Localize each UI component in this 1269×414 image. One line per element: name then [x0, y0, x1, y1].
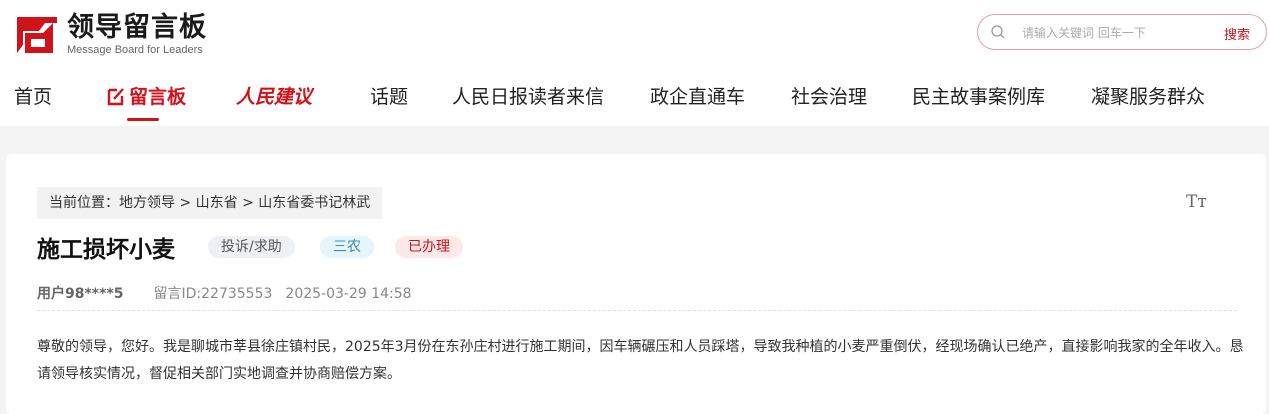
site-logo[interactable]: 领导留言板 Message Board for Leaders [15, 13, 207, 56]
post-content: 尊敬的领导，您好。我是聊城市莘县徐庄镇村民，2025年3月份在东孙庄村进行施工期… [37, 339, 1244, 382]
nav-social-governance[interactable]: 社会治理 [791, 82, 867, 109]
nav-home[interactable]: 首页 [14, 82, 52, 109]
edit-icon [107, 88, 124, 106]
nav-topics[interactable]: 话题 [370, 82, 408, 109]
tag-complaint: 投诉/求助 [208, 236, 295, 258]
search-icon [991, 25, 1005, 39]
tag-agriculture: 三农 [320, 236, 374, 258]
search-input[interactable] [1020, 22, 1194, 44]
nav-message-board-label: 留言板 [129, 86, 187, 108]
logo-subtitle: Message Board for Leaders [67, 44, 203, 56]
status-badge: 已办理 [395, 236, 463, 258]
logo-title: 领导留言板 [67, 12, 207, 43]
nav-serve-masses[interactable]: 凝聚服务群众 [1091, 82, 1205, 109]
post-meta: 用户98****5 留言ID:22735553 2025-03-29 14:58 [37, 283, 412, 303]
site-header: 领导留言板 Message Board for Leaders 搜索 首页 留言… [0, 0, 1269, 126]
logo-mark-icon [15, 15, 59, 55]
post-message-id: 留言ID:22735553 [153, 286, 273, 302]
breadcrumb[interactable]: 当前位置：地方领导 > 山东省 > 山东省委书记林武 [37, 187, 383, 219]
message-card: 当前位置：地方领导 > 山东省 > 山东省委书记林武 Tт 施工损坏小麦 投诉/… [6, 154, 1266, 414]
post-datetime: 2025-03-29 14:58 [285, 286, 412, 302]
divider [37, 310, 1237, 311]
post-user: 用户98****5 [37, 286, 124, 302]
post-title: 施工损坏小麦 [37, 237, 175, 263]
nav-business-express[interactable]: 政企直通车 [650, 82, 745, 109]
main-nav: 首页 留言板 人民建议 话题 人民日报读者来信 政企直通车 社会治理 民主故事案… [0, 82, 1269, 122]
nav-active-indicator [127, 118, 159, 121]
nav-readers-letters[interactable]: 人民日报读者来信 [452, 82, 604, 109]
search-box: 搜索 [977, 14, 1267, 50]
nav-democracy-stories[interactable]: 民主故事案例库 [912, 82, 1045, 109]
search-button[interactable]: 搜索 [1224, 24, 1250, 43]
nav-message-board[interactable]: 留言板 [106, 82, 186, 109]
nav-people-suggestion[interactable]: 人民建议 [236, 82, 312, 109]
font-size-icon[interactable]: Tт [1186, 192, 1207, 212]
